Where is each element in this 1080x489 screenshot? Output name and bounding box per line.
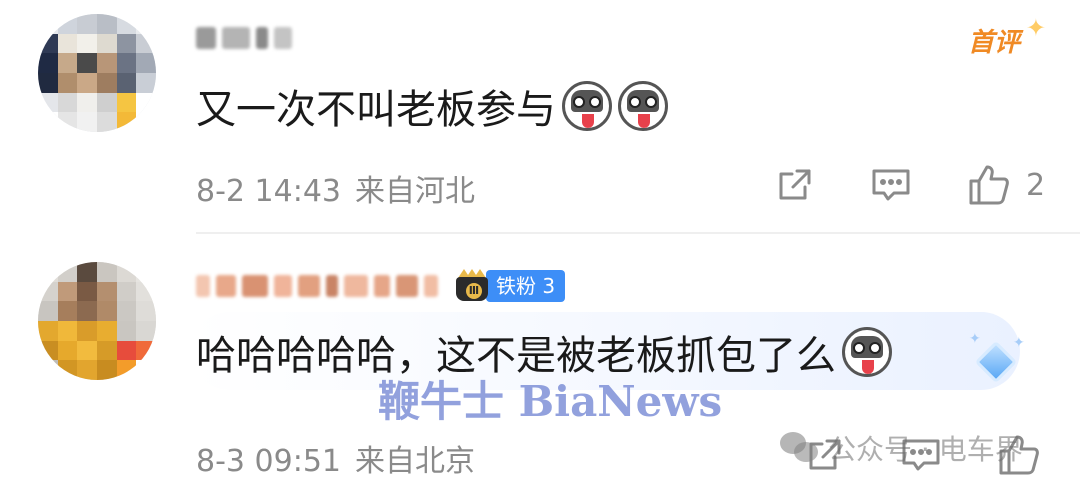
comment-divider (196, 232, 1080, 234)
sparkle-icon: ✦ (1025, 14, 1046, 42)
comment-location: 来自北京 (355, 444, 475, 479)
husky-emoji-icon (562, 81, 612, 131)
comment-text-body: 又一次不叫老板参与 (196, 87, 556, 133)
like-count: 2 (1026, 167, 1046, 203)
wechat-icon (780, 432, 820, 464)
comment-meta: 8-2 14:43 来自河北 (196, 166, 475, 210)
diamond-decoration-icon: ✦ ✦ (969, 331, 1025, 387)
comment-time: 8-2 14:43 (196, 174, 341, 209)
comment-text: 又一次不叫老板参与 (196, 78, 668, 134)
avatar-pixelated-image (38, 14, 156, 132)
avatar[interactable] (38, 262, 156, 380)
username-censored[interactable] (196, 18, 292, 58)
comment-location: 来自河北 (355, 174, 475, 209)
husky-emoji-icon (618, 81, 668, 131)
reply-comment-icon[interactable] (866, 160, 916, 210)
username-blurred (196, 27, 292, 49)
crown-icon: Ⅲ (452, 269, 492, 303)
comment-actions: 2 (770, 160, 1045, 210)
comment-time: 8-3 09:51 (196, 444, 341, 479)
first-comment-label: 首评 (968, 28, 1021, 58)
bianews-watermark: 鞭牛士 BiaNews (378, 377, 723, 426)
avatar-pixelated-image (38, 262, 156, 380)
comment-item-1: 首评 ✦ 又一次不叫老板参与 8-2 14:43 来自河北 2 (0, 0, 1080, 232)
username-blurred (196, 275, 438, 297)
comment-meta: 8-3 09:51 来自北京 (196, 436, 475, 480)
fan-level-label: 铁粉 3 (486, 270, 566, 302)
like-thumbs-up-icon[interactable] (964, 160, 1014, 210)
share-icon[interactable] (770, 160, 820, 210)
wechat-watermark-text: 公众号 · 电车界 (828, 433, 1023, 466)
username-row[interactable]: Ⅲ 铁粉 3 (196, 266, 566, 306)
first-comment-badge: 首评 ✦ (968, 14, 1046, 62)
husky-emoji-icon (842, 327, 892, 377)
wechat-account-watermark: 公众号 · 电车界 (780, 428, 1023, 468)
avatar[interactable] (38, 14, 156, 132)
fan-level-badge[interactable]: Ⅲ 铁粉 3 (452, 269, 566, 303)
fan-level-number: Ⅲ (466, 283, 482, 299)
